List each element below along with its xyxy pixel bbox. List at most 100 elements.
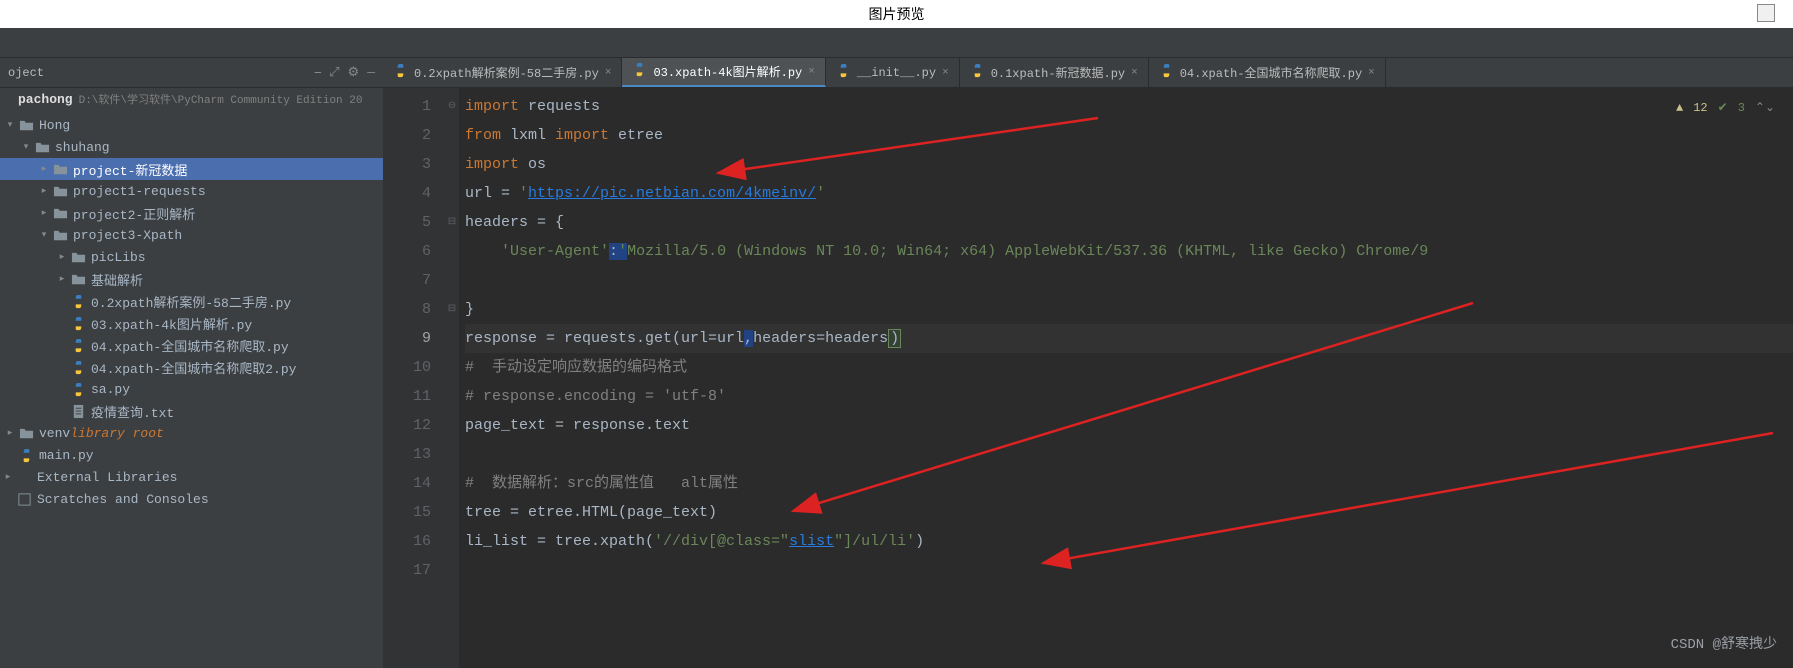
line-number[interactable]: 15 xyxy=(383,498,431,527)
line-number[interactable]: 10 xyxy=(383,353,431,382)
tree-item[interactable]: main.py xyxy=(0,444,383,466)
tree-item-label: Hong xyxy=(39,118,70,133)
line-number[interactable]: 17 xyxy=(383,556,431,585)
fold-mark[interactable] xyxy=(445,237,459,266)
tree-item[interactable]: 04.xpath-全国城市名称爬取2.py xyxy=(0,356,383,378)
fold-mark[interactable]: ⊖ xyxy=(445,92,459,121)
tree-item[interactable]: 疫情查询.txt xyxy=(0,400,383,422)
code-editor[interactable]: 1234567891011121314151617 ⊖⊟⊟ import req… xyxy=(383,88,1793,668)
fold-mark[interactable] xyxy=(445,324,459,353)
gear-icon[interactable]: ⚙ xyxy=(348,65,360,80)
fold-mark[interactable] xyxy=(445,411,459,440)
close-icon[interactable]: × xyxy=(942,67,949,79)
editor-tab[interactable]: 03.xpath-4k图片解析.py× xyxy=(622,58,825,87)
tree-arrow-icon xyxy=(2,493,14,505)
code-line[interactable] xyxy=(465,556,1793,585)
tree-item[interactable]: ▸project2-正则解析 xyxy=(0,202,383,224)
fold-mark[interactable] xyxy=(445,266,459,295)
close-icon[interactable]: × xyxy=(808,66,815,78)
code-line[interactable]: import os xyxy=(465,150,1793,179)
project-sidebar: oject ⎯ ⤢ ⚙ — pachong D:\软件\学习软件\PyCharm… xyxy=(0,58,383,668)
project-root[interactable]: pachong D:\软件\学习软件\PyCharm Community Edi… xyxy=(0,88,383,110)
fold-mark[interactable] xyxy=(445,527,459,556)
expand-icon[interactable]: ⤢ xyxy=(329,65,339,80)
line-number[interactable]: 9 xyxy=(383,324,431,353)
fold-mark[interactable] xyxy=(445,150,459,179)
line-number[interactable]: 5 xyxy=(383,208,431,237)
tree-item[interactable]: 04.xpath-全国城市名称爬取.py xyxy=(0,334,383,356)
tree-item[interactable]: ▸venv library root xyxy=(0,422,383,444)
code-line[interactable]: # response.encoding = 'utf-8' xyxy=(465,382,1793,411)
close-icon[interactable]: × xyxy=(1131,67,1138,79)
code-line[interactable]: headers = { xyxy=(465,208,1793,237)
tree-item[interactable]: ▾Hong xyxy=(0,114,383,136)
line-number[interactable]: 1 xyxy=(383,92,431,121)
preview-close-box[interactable] xyxy=(1757,4,1775,22)
code-line[interactable]: from lxml import etree xyxy=(465,121,1793,150)
code-line[interactable]: li_list = tree.xpath('//div[@class="slis… xyxy=(465,527,1793,556)
tree-item[interactable]: 03.xpath-4k图片解析.py xyxy=(0,312,383,334)
hide-icon[interactable]: — xyxy=(367,65,375,80)
fold-mark[interactable] xyxy=(445,498,459,527)
line-number[interactable]: 7 xyxy=(383,266,431,295)
line-number[interactable]: 4 xyxy=(383,179,431,208)
code-line[interactable]: tree = etree.HTML(page_text) xyxy=(465,498,1793,527)
editor-pane: 0.2xpath解析案例-58二手房.py×03.xpath-4k图片解析.py… xyxy=(383,58,1793,668)
line-number[interactable]: 8 xyxy=(383,295,431,324)
tree-item[interactable]: sa.py xyxy=(0,378,383,400)
code-line[interactable]: # 手动设定响应数据的编码格式 xyxy=(465,353,1793,382)
tree-item[interactable]: Scratches and Consoles xyxy=(0,488,383,510)
fold-column[interactable]: ⊖ ⊟ ⊟ xyxy=(445,88,459,668)
code-line[interactable]: 'User-Agent':'Mozilla/5.0 (Windows NT 10… xyxy=(465,237,1793,266)
tree-item[interactable]: ▸基础解析 xyxy=(0,268,383,290)
close-icon[interactable]: × xyxy=(605,67,612,79)
tree-item[interactable]: 0.2xpath解析案例-58二手房.py xyxy=(0,290,383,312)
close-icon[interactable]: × xyxy=(1368,67,1375,79)
line-number[interactable]: 16 xyxy=(383,527,431,556)
toolbar-icon[interactable] xyxy=(8,35,24,51)
editor-tab[interactable]: 0.1xpath-新冠数据.py× xyxy=(960,58,1149,87)
fold-mark[interactable] xyxy=(445,469,459,498)
fold-mark[interactable] xyxy=(445,179,459,208)
line-number[interactable]: 14 xyxy=(383,469,431,498)
fold-mark[interactable] xyxy=(445,121,459,150)
tree-item[interactable]: ▸project-新冠数据 xyxy=(0,158,383,180)
tree-item[interactable]: ▾shuhang xyxy=(0,136,383,158)
fold-mark[interactable]: ⊟ xyxy=(445,208,459,237)
editor-tab[interactable]: 0.2xpath解析案例-58二手房.py× xyxy=(383,58,622,87)
line-number[interactable]: 3 xyxy=(383,150,431,179)
tree-arrow-icon: ▾ xyxy=(38,229,50,241)
fold-mark[interactable] xyxy=(445,440,459,469)
tree-item[interactable]: ▾project3-Xpath xyxy=(0,224,383,246)
fold-mark[interactable] xyxy=(445,353,459,382)
line-number[interactable]: 2 xyxy=(383,121,431,150)
project-tree[interactable]: ▾Hong▾shuhang▸project-新冠数据▸project1-requ… xyxy=(0,110,383,514)
editor-tab[interactable]: 04.xpath-全国城市名称爬取.py× xyxy=(1149,58,1386,87)
line-gutter[interactable]: 1234567891011121314151617 xyxy=(383,88,445,668)
collapse-icon[interactable]: ⎯ xyxy=(315,65,322,80)
code-line[interactable] xyxy=(465,266,1793,295)
code-line[interactable]: # 数据解析：src的属性值 alt属性 xyxy=(465,469,1793,498)
tree-item[interactable]: ▸External Libraries xyxy=(0,466,383,488)
fold-mark[interactable] xyxy=(445,382,459,411)
toolbar-icon[interactable] xyxy=(1769,35,1785,51)
fold-mark[interactable]: ⊟ xyxy=(445,295,459,324)
code-area[interactable]: import requestsfrom lxml import etreeimp… xyxy=(459,88,1793,668)
code-line[interactable]: url = 'https://pic.netbian.com/4kmeinv/' xyxy=(465,179,1793,208)
code-line[interactable]: response = requests.get(url=url,headers=… xyxy=(465,324,1793,353)
line-number[interactable]: 6 xyxy=(383,237,431,266)
code-line[interactable]: page_text = response.text xyxy=(465,411,1793,440)
fold-mark[interactable] xyxy=(445,556,459,585)
inspection-status[interactable]: ▲ 12 ✔ 3 ⌃⌄ xyxy=(1676,94,1775,123)
code-line[interactable]: } xyxy=(465,295,1793,324)
line-number[interactable]: 11 xyxy=(383,382,431,411)
tree-item[interactable]: ▸project1-requests xyxy=(0,180,383,202)
tree-item-label: project1-requests xyxy=(73,184,206,199)
line-number[interactable]: 13 xyxy=(383,440,431,469)
editor-tab[interactable]: __init__.py× xyxy=(826,58,960,87)
line-number[interactable]: 12 xyxy=(383,411,431,440)
code-line[interactable]: import requests xyxy=(465,92,1793,121)
tree-item[interactable]: ▸picLibs xyxy=(0,246,383,268)
code-line[interactable] xyxy=(465,440,1793,469)
tree-item-label: External Libraries xyxy=(37,470,177,485)
